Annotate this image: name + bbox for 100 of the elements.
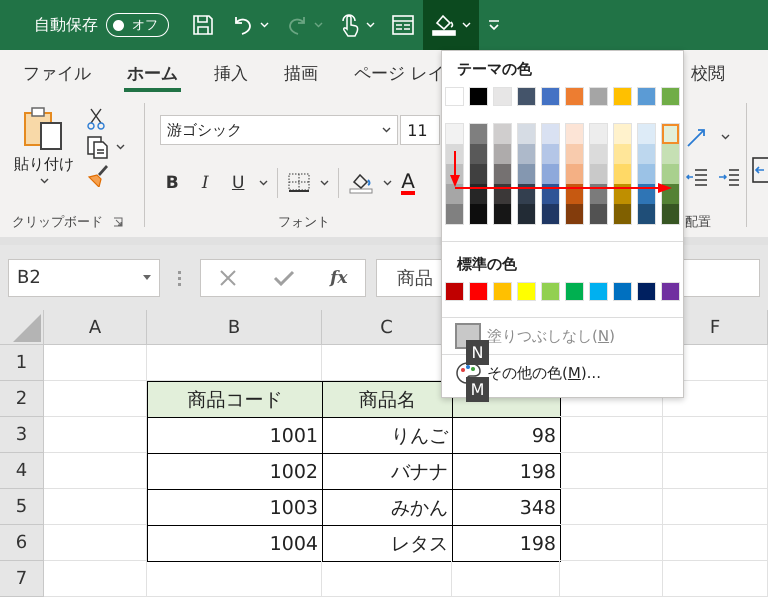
color-swatch[interactable] (446, 204, 463, 224)
row-header[interactable]: 5 (0, 489, 44, 525)
color-swatch[interactable] (542, 144, 559, 164)
color-swatch[interactable] (662, 144, 679, 164)
color-swatch[interactable] (470, 184, 487, 204)
color-swatch[interactable] (542, 184, 559, 204)
form-icon (391, 14, 415, 36)
color-swatch[interactable] (614, 164, 631, 184)
color-swatch[interactable] (638, 144, 655, 164)
dialog-launcher-icon[interactable] (113, 217, 123, 227)
color-swatch[interactable] (470, 204, 487, 224)
copy-icon[interactable] (86, 135, 110, 159)
row-header[interactable]: 3 (0, 417, 44, 453)
color-swatch[interactable] (518, 184, 535, 204)
color-swatch[interactable] (566, 164, 583, 184)
color-swatch[interactable] (566, 124, 583, 144)
cancel-icon[interactable] (218, 268, 238, 288)
color-swatch[interactable] (590, 184, 607, 204)
color-swatch[interactable] (614, 124, 631, 144)
color-swatch[interactable] (590, 204, 607, 224)
color-swatch[interactable] (518, 144, 535, 164)
color-swatch[interactable] (494, 144, 511, 164)
fill-color-button[interactable] (423, 0, 479, 50)
ribbon-tab[interactable]: 校閲 (678, 50, 738, 97)
group-label: 配置 (685, 214, 712, 231)
color-swatch[interactable] (518, 204, 535, 224)
color-swatch[interactable] (614, 144, 631, 164)
color-swatch[interactable] (614, 184, 631, 204)
scissors-icon[interactable] (86, 107, 106, 131)
color-swatch[interactable] (470, 164, 487, 184)
caret-icon[interactable] (259, 180, 268, 186)
color-swatch[interactable] (662, 204, 679, 224)
color-swatch[interactable] (446, 184, 463, 204)
color-swatch[interactable] (542, 124, 559, 144)
ribbon-tab[interactable]: ページ レイ (341, 50, 458, 97)
color-swatch[interactable] (470, 124, 487, 144)
caret-icon[interactable] (721, 134, 730, 140)
ribbon-tab[interactable]: 挿入 (201, 50, 261, 97)
ribbon-tab[interactable]: ファイル (10, 50, 104, 97)
font-size-field[interactable]: 11 (400, 115, 440, 145)
ribbon-tab[interactable]: 描画 (271, 50, 331, 97)
decrease-indent-icon[interactable] (685, 167, 710, 187)
font-color-button[interactable]: A (401, 171, 415, 195)
dropdown-triangle-icon[interactable] (143, 275, 151, 280)
color-swatch[interactable] (494, 204, 511, 224)
column-header[interactable]: A (44, 310, 147, 345)
customize-icon (487, 18, 501, 32)
color-swatch[interactable] (590, 124, 607, 144)
color-swatch[interactable] (542, 204, 559, 224)
merge-icon[interactable] (752, 157, 768, 183)
name-box[interactable]: B2 (8, 258, 160, 296)
color-swatch[interactable] (518, 124, 535, 144)
insert-function-button[interactable]: fx (330, 268, 348, 288)
border-icon[interactable] (287, 172, 312, 194)
row-header[interactable]: 1 (0, 345, 44, 381)
color-swatch[interactable] (566, 144, 583, 164)
ribbon-tab[interactable]: ホーム (114, 50, 191, 97)
paint-bucket-icon[interactable] (348, 171, 374, 195)
format-button[interactable]: U (226, 170, 250, 196)
color-swatch[interactable] (590, 164, 607, 184)
color-swatch[interactable] (638, 184, 655, 204)
column-header[interactable]: B (147, 310, 322, 345)
color-swatch[interactable] (590, 144, 607, 164)
caret-icon[interactable] (40, 178, 48, 184)
increase-indent-icon[interactable] (717, 167, 742, 187)
color-swatch[interactable] (566, 204, 583, 224)
row-header[interactable]: 7 (0, 561, 44, 597)
row-header[interactable]: 4 (0, 453, 44, 489)
paste-button[interactable]: 貼り付け (8, 105, 80, 207)
font-name-field[interactable]: 游ゴシック (160, 115, 398, 145)
caret-icon[interactable] (116, 144, 125, 150)
color-swatch[interactable] (614, 204, 631, 224)
color-swatch[interactable] (470, 144, 487, 164)
table-cell: 198 (452, 525, 561, 562)
color-swatch[interactable] (662, 124, 679, 144)
color-swatch[interactable] (662, 164, 679, 184)
group-label: クリップボード (12, 214, 103, 231)
grip-icon[interactable] (178, 270, 182, 286)
color-swatch[interactable] (494, 164, 511, 184)
row-header[interactable]: 6 (0, 525, 44, 561)
row-header[interactable]: 2 (0, 381, 44, 417)
color-swatch[interactable] (518, 164, 535, 184)
caret-icon[interactable] (383, 180, 392, 186)
color-swatch[interactable] (446, 124, 463, 144)
brush-icon[interactable] (86, 163, 110, 187)
format-button[interactable]: B (160, 170, 184, 196)
autosave-toggle[interactable]: オフ (106, 13, 169, 37)
color-swatch[interactable] (446, 144, 463, 164)
caret-icon[interactable] (382, 127, 392, 133)
color-swatch[interactable] (638, 204, 655, 224)
color-swatch[interactable] (494, 184, 511, 204)
table-cell: 1004 (147, 525, 323, 562)
color-swatch[interactable] (542, 164, 559, 184)
color-swatch[interactable] (638, 124, 655, 144)
color-swatch[interactable] (494, 124, 511, 144)
format-button[interactable]: I (193, 170, 218, 196)
color-swatch[interactable] (566, 184, 583, 204)
select-all-button[interactable] (0, 310, 44, 345)
color-swatch[interactable] (638, 164, 655, 184)
caret-icon[interactable] (320, 180, 330, 186)
